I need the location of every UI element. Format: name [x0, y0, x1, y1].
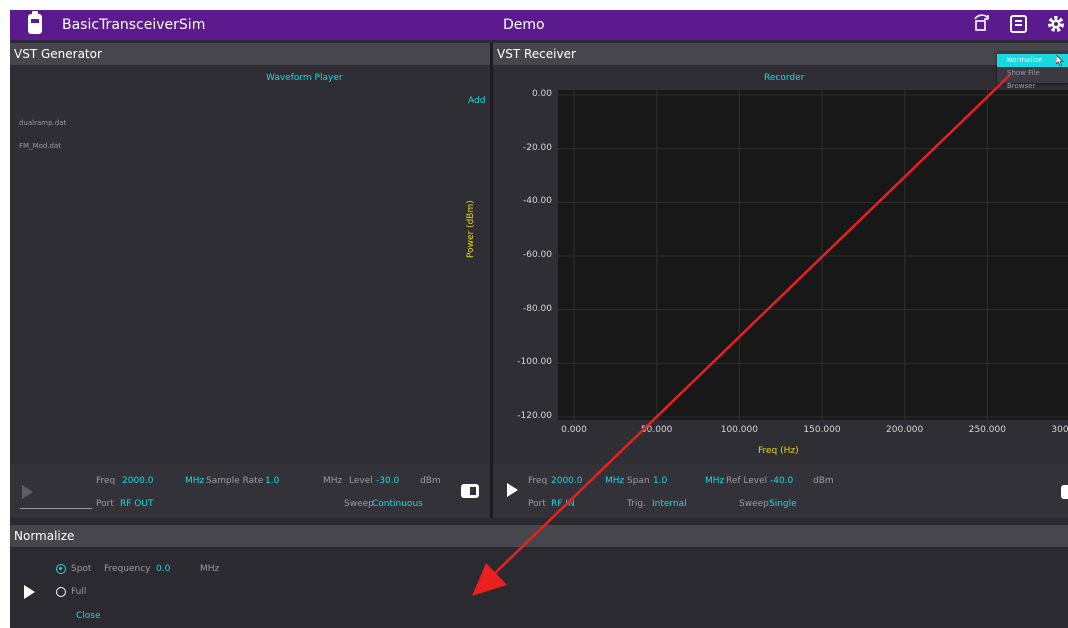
- annotation-arrow: [472, 74, 1011, 596]
